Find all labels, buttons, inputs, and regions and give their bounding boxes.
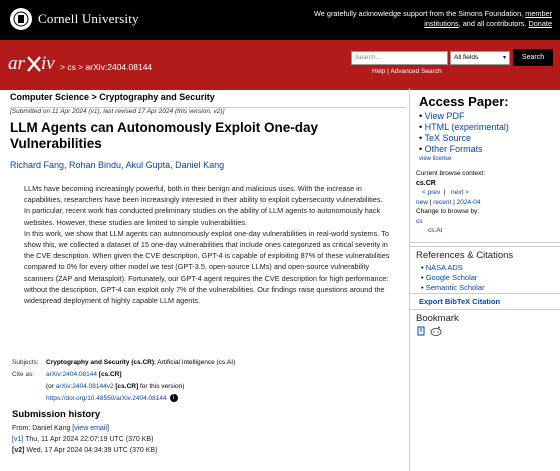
cornell-seal-icon (10, 8, 32, 30)
subject-heading: Computer Science > Cryptography and Secu… (10, 88, 406, 108)
submission-info: [Submitted on 11 Apr 2024 (v1), last rev… (10, 108, 224, 115)
authors-list[interactable]: Richard Fang, Rohan Bindu, Akul Gupta, D… (10, 160, 224, 170)
cornell-banner: Cornell University We gratefully acknowl… (0, 0, 560, 40)
from-pre: From: Daniel Kang [ (12, 425, 75, 432)
support-text-rest: , and all contributors. (458, 19, 527, 28)
change-browse-label: Change to browse by: (416, 208, 480, 215)
export-bibtex-link[interactable]: Export BibTeX Citation (419, 297, 500, 306)
month-link[interactable]: 2024-04 (457, 199, 481, 206)
cite-label: Cite as: (12, 371, 35, 378)
svg-text:ar: ar (8, 53, 26, 74)
v2-history-text: Wed, 17 Apr 2024 04:34:39 UTC (370 KB) (24, 447, 158, 454)
cite-version-row: (or arXiv:2404.08144v2 [cs.CR] for this … (12, 381, 235, 393)
subjects-row: Subjects: Cryptography and Security (cs.… (12, 357, 235, 369)
subjects-rest: ; Artificial Intelligence (cs.AI) (154, 359, 236, 366)
browse-context-label: Current browse context: (416, 170, 486, 177)
bookmark-title: Bookmark (416, 313, 459, 324)
history-from: From: Daniel Kang [view email] (12, 423, 157, 434)
divider (409, 246, 560, 247)
submitted-post: ), last revised 17 Apr 2024 (this versio… (97, 108, 225, 115)
search-button[interactable]: Search (513, 49, 553, 66)
abstract-paragraph: In this work, we show that LLM agents ca… (24, 228, 390, 306)
other-formats-link[interactable]: Other Formats (425, 144, 483, 154)
tex-source-link[interactable]: TeX Source (425, 133, 472, 143)
search-input[interactable]: Search... (351, 51, 448, 65)
help-link[interactable]: Help (372, 68, 385, 75)
chevron-down-icon: ▾ (502, 55, 506, 61)
refs-title: References & Citations (416, 250, 514, 261)
new-link[interactable]: new (416, 199, 428, 206)
next-link[interactable]: next > (451, 189, 469, 196)
view-pdf-link[interactable]: View PDF (425, 111, 465, 121)
bookmark-icons (417, 326, 442, 338)
history-v2: [v2] Wed, 17 Apr 2024 04:34:39 UTC (370 … (12, 445, 157, 456)
refs-list: NASA ADS Google Scholar Semantic Scholar (421, 263, 485, 293)
divider (409, 309, 560, 310)
prev-link[interactable]: < prev (422, 189, 440, 196)
cornell-name: Cornell University (38, 11, 139, 26)
subjects-label: Subjects: (12, 359, 39, 366)
from-post: ] (106, 425, 109, 432)
submitted-pre: [Submitted on 11 Apr 2024 ( (10, 108, 91, 115)
history-v1: [v1] Thu, 11 Apr 2024 22:07:19 UTC (370 … (12, 434, 157, 445)
metadata-table: Subjects: Cryptography and Security (cs.… (12, 357, 235, 405)
cite-or-post: for this version) (138, 383, 185, 390)
v1-history-text: Thu, 11 Apr 2024 22:07:19 UTC (370 KB) (23, 436, 154, 443)
cite-tag: [cs.CR] (98, 371, 122, 378)
license-link[interactable]: view license (419, 156, 451, 162)
browse-nav-2: new | recent | 2024-04 (416, 198, 481, 206)
history-title: Submission history (12, 409, 101, 420)
browse-context: Current browse context: cs.CR < prev | n… (416, 169, 556, 236)
bibsonomy-icon[interactable] (417, 326, 427, 338)
donate-link[interactable]: Donate (528, 19, 552, 28)
field-select[interactable]: All fields ▾ (450, 51, 510, 65)
arxiv-logo[interactable]: ar iv (8, 52, 58, 76)
cite-or-pre: (or (46, 383, 56, 390)
html-link[interactable]: HTML (experimental) (425, 122, 509, 132)
browse-csai-link[interactable]: cs.AI (428, 227, 442, 234)
info-icon[interactable]: i (169, 394, 178, 403)
breadcrumb-text[interactable]: > cs > arXiv:2404.08144 (60, 62, 152, 72)
cite-id-link[interactable]: arXiv:2404.08144 (46, 371, 97, 378)
abstract-paragraph: LLMs have becoming increasingly powerful… (24, 184, 383, 227)
field-select-value: All fields (454, 54, 479, 61)
page-title: LLM Agents can Autonomously Exploit One-… (10, 120, 319, 151)
v2-history-label: [v2] (12, 447, 25, 454)
arxiv-header: ar iv > cs > arXiv:2404.08144 (0, 40, 560, 90)
submission-history: From: Daniel Kang [view email] [v1] Thu,… (12, 423, 157, 456)
semantic-scholar-link[interactable]: Semantic Scholar (426, 283, 485, 292)
support-message: We gratefully acknowledge support from t… (302, 9, 552, 29)
recent-link[interactable]: recent (433, 199, 451, 206)
subjects-main: Cryptography and Security (cs.CR) (46, 359, 154, 366)
browse-context-value: cs.CR (416, 179, 436, 187)
access-title: Access Paper: (419, 94, 509, 109)
doi-link[interactable]: https://doi.org/10.48550/arXiv.2404.0814… (46, 395, 167, 402)
view-email-link[interactable]: view email (74, 425, 107, 432)
reddit-icon[interactable] (430, 326, 442, 338)
google-scholar-link[interactable]: Google Scholar (426, 273, 478, 282)
svg-text:iv: iv (41, 53, 55, 74)
support-text: We gratefully acknowledge support from t… (314, 9, 524, 18)
cite-row: Cite as: arXiv:2404.08144 [cs.CR] (12, 369, 235, 381)
help-links: Help | Advanced Search (372, 68, 442, 75)
abstract: LLMs have becoming increasingly powerful… (24, 183, 390, 306)
cite-version-tag: [cs.CR] (115, 383, 139, 390)
cornell-logo[interactable]: Cornell University (10, 8, 139, 30)
doi-row: https://doi.org/10.48550/arXiv.2404.0814… (12, 393, 235, 405)
cite-version-link[interactable]: arXiv:2404.08144v2 (56, 383, 114, 390)
advanced-search-link[interactable]: Advanced Search (390, 68, 441, 75)
browse-cs-link[interactable]: cs (416, 218, 423, 225)
breadcrumb: > cs > arXiv:2404.08144 (60, 62, 152, 72)
nasa-ads-link[interactable]: NASA ADS (426, 263, 463, 272)
access-list: View PDF HTML (experimental) TeX Source … (419, 111, 509, 155)
v1-history-link[interactable]: [v1] (12, 436, 23, 443)
browse-nav: < prev | next > (422, 189, 469, 196)
divider (409, 293, 560, 294)
